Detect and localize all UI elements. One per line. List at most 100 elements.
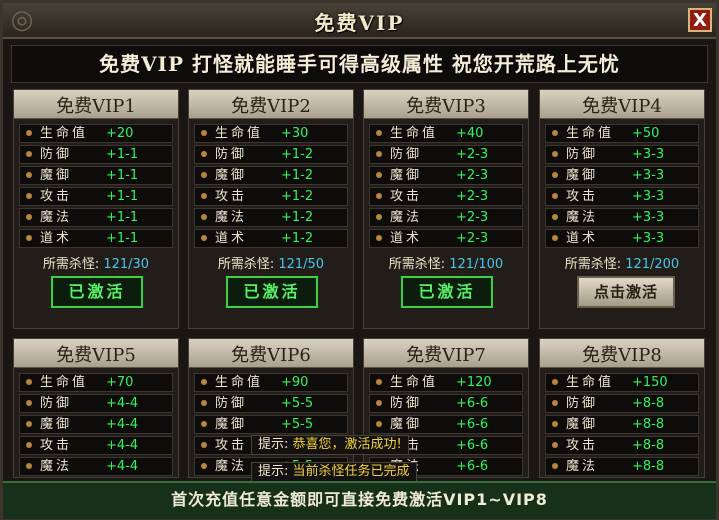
bullet-icon	[552, 379, 558, 385]
bullet-icon	[552, 442, 558, 448]
requirement-label: 所需杀怪:	[564, 257, 622, 272]
stat-value: +6-6	[456, 459, 489, 474]
stat-list: 生命值 +30 防御 +1-2 魔御 +1-2 攻击 +1-2 魔法 +1-2 道术 +1-2	[194, 124, 348, 250]
bullet-icon	[201, 379, 207, 385]
stat-value: +1-2	[281, 231, 314, 246]
stat-value: +1-1	[106, 147, 139, 162]
stat-name: 魔御	[566, 168, 599, 183]
vip-card-header: 免费VIP7	[364, 339, 528, 368]
stat-row: 魔法 +3-3	[545, 208, 699, 227]
bullet-icon	[26, 172, 32, 178]
bullet-icon	[552, 421, 558, 427]
stat-value: +6-6	[456, 396, 489, 411]
stat-name: 魔法	[566, 459, 599, 474]
stat-row: 生命值 +150	[545, 373, 699, 392]
stat-name: 魔御	[215, 417, 248, 432]
stat-value: +2-3	[456, 168, 489, 183]
bullet-icon	[376, 214, 382, 220]
stat-row: 防御 +1-1	[19, 145, 173, 164]
stat-row: 攻击 +8-8	[545, 436, 699, 455]
stat-row: 攻击 +3-3	[545, 187, 699, 206]
vip-card: 免费VIP4 生命值 +50 防御 +3-3 魔御 +3-3 攻击 +3-3 魔法 +3-3 道术 +3…	[539, 89, 705, 329]
bullet-icon	[26, 421, 32, 427]
stat-name: 道术	[390, 231, 423, 246]
stat-row: 防御 +2-3	[369, 145, 523, 164]
promo-banner: 免费VIP 打怪就能睡手可得高级属性 祝您开荒路上无忧	[11, 45, 708, 83]
stat-row: 攻击 +1-1	[19, 187, 173, 206]
stat-row: 魔御 +6-6	[369, 415, 523, 434]
stat-row: 魔御 +1-1	[19, 166, 173, 185]
stat-value: +2-3	[456, 231, 489, 246]
stat-name: 生命值	[215, 126, 264, 141]
stat-name: 防御	[215, 396, 248, 411]
bullet-icon	[26, 130, 32, 136]
bullet-icon	[26, 235, 32, 241]
footer-notice: 首次充值任意金额即可直接免费激活VIP1~VIP8	[3, 481, 716, 519]
bullet-icon	[201, 400, 207, 406]
stat-name: 魔法	[215, 459, 248, 474]
requirement-label: 所需杀怪:	[42, 257, 100, 272]
stat-name: 生命值	[40, 375, 89, 390]
stat-row: 生命值 +40	[369, 124, 523, 143]
kill-requirement: 所需杀怪: 121/50	[189, 253, 353, 272]
bullet-icon	[552, 193, 558, 199]
stat-value: +6-6	[456, 438, 489, 453]
stat-row: 生命值 +120	[369, 373, 523, 392]
stat-value: +4-4	[106, 396, 139, 411]
vip-card-header: 免费VIP3	[364, 90, 528, 119]
bullet-icon	[552, 463, 558, 469]
bullet-icon	[201, 442, 207, 448]
stat-name: 生命值	[566, 126, 615, 141]
vip-card-header: 免费VIP8	[540, 339, 704, 368]
stat-value: +6-6	[456, 417, 489, 432]
stat-row: 魔御 +4-4	[19, 415, 173, 434]
stat-row: 魔法 +1-1	[19, 208, 173, 227]
stat-value: +1-2	[281, 147, 314, 162]
vip-card-title: 免费VIP2	[231, 96, 311, 117]
stat-name: 防御	[40, 396, 73, 411]
stat-row: 生命值 +30	[194, 124, 348, 143]
stat-name: 魔法	[390, 210, 423, 225]
stat-row: 生命值 +20	[19, 124, 173, 143]
stat-value: +4-4	[106, 417, 139, 432]
stat-row: 魔御 +1-2	[194, 166, 348, 185]
vip-card-header: 免费VIP6	[189, 339, 353, 368]
close-button[interactable]: X	[688, 8, 712, 32]
bullet-icon	[201, 463, 207, 469]
activated-button[interactable]: 已激活	[51, 276, 143, 308]
vip-card-title: 免费VIP6	[231, 345, 311, 366]
vip-card: 免费VIP5 生命值 +70 防御 +4-4 魔御 +4-4 攻击 +4-4 魔法 +4-4	[13, 338, 179, 478]
stat-name: 攻击	[566, 189, 599, 204]
activate-button[interactable]: 点击激活	[577, 276, 675, 308]
bullet-icon	[552, 172, 558, 178]
stat-row: 防御 +6-6	[369, 394, 523, 413]
stat-value: +1-2	[281, 189, 314, 204]
stat-name: 生命值	[390, 126, 439, 141]
activated-button[interactable]: 已激活	[226, 276, 318, 308]
stat-value: +5-5	[281, 396, 314, 411]
stat-name: 攻击	[215, 438, 248, 453]
vip-card: 免费VIP8 生命值 +150 防御 +8-8 魔御 +8-8 攻击 +8-8 魔法 +8-8	[539, 338, 705, 478]
bullet-icon	[26, 214, 32, 220]
stat-row: 道术 +2-3	[369, 229, 523, 248]
stat-value: +2-3	[456, 189, 489, 204]
stat-list: 生命值 +20 防御 +1-1 魔御 +1-1 攻击 +1-1 魔法 +1-1 道术 +1-1	[19, 124, 173, 250]
bullet-icon	[552, 214, 558, 220]
stat-list: 生命值 +50 防御 +3-3 魔御 +3-3 攻击 +3-3 魔法 +3-3 道术 +3-3	[545, 124, 699, 250]
stat-row: 道术 +1-2	[194, 229, 348, 248]
kill-requirement: 所需杀怪: 121/200	[540, 253, 704, 272]
stat-value: +20	[106, 126, 134, 141]
stat-name: 生命值	[215, 375, 264, 390]
stat-value: +8-8	[632, 396, 665, 411]
requirement-value: 121/30	[103, 257, 150, 272]
stat-name: 攻击	[40, 189, 73, 204]
stat-name: 魔御	[215, 168, 248, 183]
stat-name: 攻击	[566, 438, 599, 453]
vip-card-title: 免费VIP8	[582, 345, 662, 366]
stat-name: 魔法	[40, 210, 73, 225]
bullet-icon	[201, 130, 207, 136]
vip-card-title: 免费VIP5	[56, 345, 136, 366]
activated-button[interactable]: 已激活	[401, 276, 493, 308]
vip-card-title: 免费VIP7	[406, 345, 486, 366]
stat-value: +8-8	[632, 417, 665, 432]
